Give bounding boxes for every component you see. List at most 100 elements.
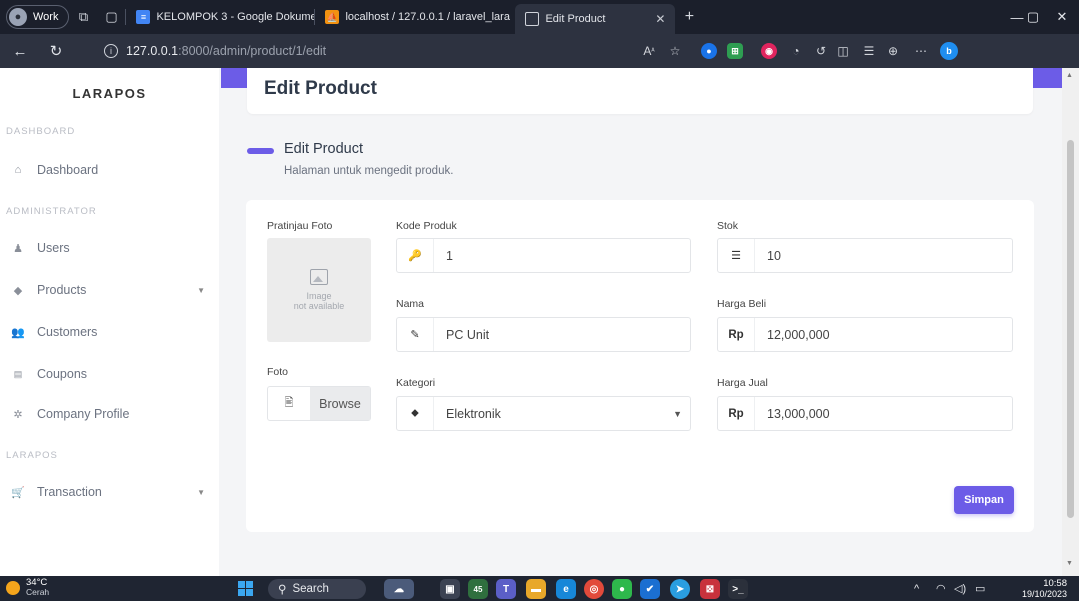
scrollbar-thumb[interactable] [1067, 140, 1074, 518]
tab-phpmyadmin[interactable]: ⛵ localhost / 127.0.0.1 / laravel_lara ✕ [315, 4, 515, 30]
clock-time: 10:58 [1043, 578, 1067, 589]
docs-favicon-icon: ≡ [136, 10, 151, 24]
cart-icon: 🛒 [11, 486, 25, 499]
widgets-icon[interactable]: ☁ [384, 579, 414, 599]
vscode-icon[interactable]: ✔ [640, 579, 660, 599]
weather-widget[interactable]: 34°C Cerah [6, 578, 49, 597]
page-favicon-icon [525, 12, 540, 26]
nama-field[interactable]: ✎ PC Unit [396, 317, 691, 352]
search-label: Search [292, 583, 329, 595]
edge-icon[interactable]: e [556, 579, 576, 599]
extension-eye-icon[interactable]: ◔ [783, 34, 809, 68]
chrome-icon[interactable]: ◎ [584, 579, 604, 599]
currency-prefix: Rp [718, 318, 755, 351]
sidebar-item-company-profile[interactable]: ✲ Company Profile [0, 399, 219, 429]
site-info-icon[interactable]: i [104, 44, 118, 58]
phpmyadmin-favicon-icon: ⛵ [325, 10, 340, 24]
browse-button[interactable]: Browse [310, 387, 370, 420]
favorites-icon[interactable]: ☰ [856, 34, 882, 68]
page-content: LARAPOS DASHBOARD ⌂ Dashboard ADMINISTRA… [0, 68, 1062, 576]
url-bar[interactable]: i 127.0.0.1:8000/admin/product/1/edit [104, 40, 700, 62]
windows-taskbar: 34°C Cerah ⚲ Search ☁ ▣ 45 T ▬ e ◎ ● ✔ ➤… [0, 576, 1079, 601]
currency-prefix: Rp [718, 397, 755, 430]
tab-edit-product[interactable]: Edit Product ✕ [515, 4, 676, 34]
section-pill [247, 148, 274, 154]
windows-start-icon[interactable] [238, 581, 253, 596]
save-button[interactable]: Simpan [954, 486, 1014, 514]
terminal-icon[interactable]: >_ [728, 579, 748, 599]
tray-chevron-up-icon[interactable]: ^ [914, 576, 919, 601]
header-accent-left [221, 68, 247, 88]
volume-icon[interactable]: ◁) [954, 576, 966, 601]
photo-preview: Image not available [267, 238, 371, 342]
harga-jual-label: Harga Jual [717, 377, 768, 389]
back-icon[interactable]: ← [6, 37, 34, 65]
ticket-icon: ▤ [13, 368, 23, 379]
sidebar-item-products[interactable]: ◆ Products ▼ [0, 275, 219, 305]
close-tab-icon[interactable]: ✕ [655, 12, 665, 26]
taskbar-search[interactable]: ⚲ Search [268, 579, 366, 599]
task-view-icon[interactable]: ▣ [440, 579, 460, 599]
url-host: 127.0.0.1 [126, 44, 179, 58]
teams-icon[interactable]: T [496, 579, 516, 599]
profile-label: Work [33, 11, 59, 23]
wifi-icon[interactable]: ◠ [936, 576, 946, 601]
user-icon: ♟ [13, 242, 23, 255]
sidebar-item-label: Coupons [37, 367, 88, 381]
harga-beli-field[interactable]: Rp 12,000,000 [717, 317, 1013, 352]
refresh-icon[interactable]: ↻ [42, 37, 70, 65]
harga-jual-field[interactable]: Rp 13,000,000 [717, 396, 1013, 431]
photo-file-input[interactable]: 🖹 Browse [267, 386, 371, 421]
sidebar-item-dashboard[interactable]: ⌂ Dashboard [0, 155, 219, 185]
section-subtitle: Halaman untuk mengedit produk. [284, 165, 454, 177]
sidebar-item-label: Transaction [37, 485, 102, 499]
stok-value: 10 [767, 248, 781, 263]
tab-label: KELOMPOK 3 - Google Dokumen [156, 11, 315, 23]
url-text: 127.0.0.1:8000/admin/product/1/edit [126, 44, 326, 58]
brand-logo[interactable]: LARAPOS [0, 86, 219, 101]
harga-beli-value: 12,000,000 [767, 327, 830, 342]
sidebar-item-customers[interactable]: 👥 Customers [0, 317, 219, 347]
split-screen-icon[interactable]: ◫ [830, 34, 856, 68]
sun-icon [6, 580, 20, 595]
more-menu-icon[interactable]: ⋯ [908, 34, 934, 68]
close-window-icon[interactable]: ✕ [1045, 0, 1079, 34]
favorite-star-icon[interactable]: ☆ [662, 34, 688, 68]
xampp-icon[interactable]: ⊠ [700, 579, 720, 599]
kode-produk-label: Kode Produk [396, 220, 457, 232]
extension-red-icon[interactable]: ◉ [756, 34, 782, 68]
maximize-icon[interactable]: ▢ [1018, 0, 1048, 34]
page-scrollbar[interactable]: ▲ ▼ [1062, 68, 1079, 576]
header-accent-right [1033, 68, 1062, 88]
taskbar-clock[interactable]: 10:58 19/10/2023 [1022, 578, 1067, 599]
extension-sheets-icon[interactable]: ⊞ [722, 34, 748, 68]
image-placeholder-icon [310, 269, 328, 285]
workspaces-icon[interactable]: ⧉ [69, 3, 97, 31]
extension-blue-icon[interactable]: ● [696, 34, 722, 68]
tab-google-docs[interactable]: ≡ KELOMPOK 3 - Google Dokumen ✕ [126, 4, 314, 30]
kategori-label: Kategori [396, 377, 436, 389]
pencil-icon: ✎ [397, 318, 434, 351]
kategori-select[interactable]: ⬥ Elektronik ▼ [396, 396, 691, 431]
bing-icon[interactable]: b [936, 34, 962, 68]
sidebar-item-transaction[interactable]: 🛒 Transaction ▼ [0, 477, 219, 507]
profile-button[interactable]: ● Work [6, 5, 70, 29]
scroll-up-icon[interactable]: ▲ [1066, 72, 1073, 79]
nama-value: PC Unit [446, 327, 490, 342]
tab-actions-icon[interactable]: ▢ [97, 3, 125, 31]
new-tab-icon[interactable]: + [675, 3, 703, 31]
whatsapp-icon[interactable]: 45 [468, 579, 488, 599]
box-icon: ◆ [13, 284, 23, 297]
kode-produk-field[interactable]: 🔑 1 [396, 238, 691, 273]
stok-field[interactable]: ☰ 10 [717, 238, 1013, 273]
line-icon[interactable]: ● [612, 579, 632, 599]
sidebar-heading-administrator: ADMINISTRATOR [6, 206, 97, 217]
scroll-down-icon[interactable]: ▼ [1066, 560, 1073, 567]
collections-icon[interactable]: ⊕ [880, 34, 906, 68]
battery-icon[interactable]: ▭ [975, 576, 985, 601]
sidebar-item-coupons[interactable]: ▤ Coupons [0, 359, 219, 389]
file-explorer-icon[interactable]: ▬ [526, 579, 546, 599]
sidebar-item-users[interactable]: ♟ Users [0, 233, 219, 263]
telegram-icon[interactable]: ➤ [670, 579, 690, 599]
read-aloud-icon[interactable]: Aᴬ [636, 34, 662, 68]
